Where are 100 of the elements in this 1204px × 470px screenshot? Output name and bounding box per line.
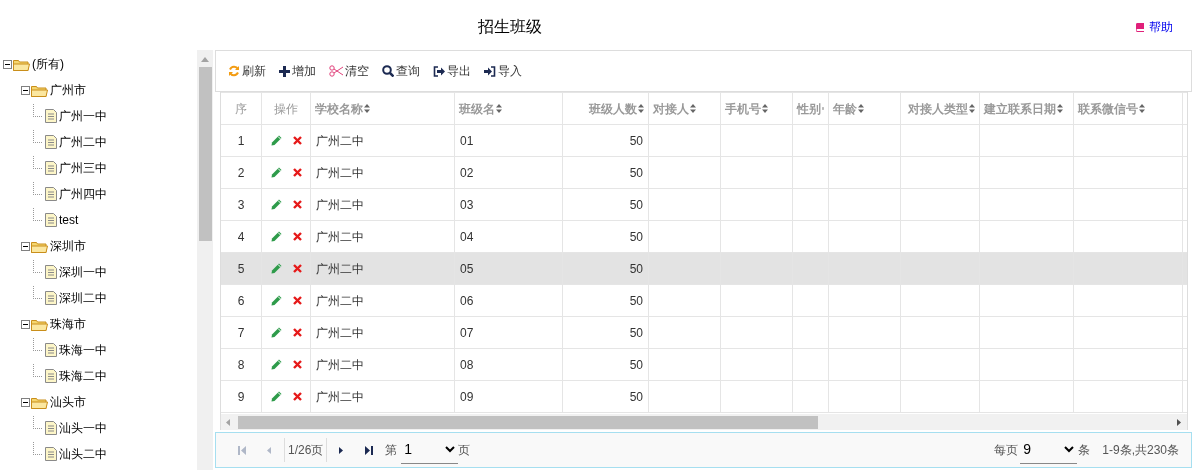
- toolbar-button[interactable]: 导入: [484, 62, 522, 80]
- table-cell-text: 广州二中: [316, 228, 364, 246]
- document-icon: [45, 187, 57, 201]
- table-row[interactable]: 7 广州二中 07 50: [221, 317, 1187, 349]
- sort-icon[interactable]: [1057, 104, 1063, 113]
- scrollbar-thumb[interactable]: [198, 67, 212, 241]
- table-cell-text: 广州二中: [316, 196, 364, 214]
- scrollbar[interactable]: [197, 50, 213, 470]
- sort-icon[interactable]: [969, 104, 975, 113]
- import-icon: [484, 65, 496, 77]
- document-icon: [45, 421, 57, 435]
- delete-icon[interactable]: [292, 136, 302, 145]
- sort-icon[interactable]: [762, 104, 768, 113]
- delete-icon[interactable]: [292, 168, 302, 177]
- delete-icon[interactable]: [292, 328, 302, 337]
- collapse-icon[interactable]: [21, 85, 30, 95]
- sort-icon[interactable]: [496, 104, 502, 113]
- tree-item[interactable]: 汕头市: [50, 393, 86, 411]
- table-row[interactable]: 9 广州二中 09 50: [221, 381, 1187, 413]
- table-row[interactable]: 4 广州二中 04 50: [221, 221, 1187, 253]
- edit-icon[interactable]: [270, 167, 282, 178]
- edit-icon[interactable]: [270, 295, 282, 306]
- delete-icon[interactable]: [292, 264, 302, 273]
- tree-item[interactable]: 珠海二中: [59, 367, 107, 385]
- delete-icon[interactable]: [292, 296, 302, 305]
- table-cell-text: 50: [629, 132, 643, 150]
- table-cell-text: 50: [629, 324, 643, 342]
- sort-icon[interactable]: [690, 104, 696, 113]
- help-link[interactable]: 帮助: [1135, 18, 1173, 36]
- page-select[interactable]: 1: [401, 436, 459, 464]
- export-icon: [433, 65, 445, 77]
- document-icon: [45, 291, 57, 305]
- table-cell-text: 广州二中: [316, 164, 364, 182]
- page-select[interactable]: 9: [1020, 436, 1078, 464]
- tree-item[interactable]: 汕头一中: [59, 419, 107, 437]
- sort-icon[interactable]: [1139, 104, 1145, 113]
- tree-item[interactable]: 深圳市: [50, 237, 86, 255]
- delete-icon[interactable]: [292, 360, 302, 369]
- collapse-icon[interactable]: [21, 319, 30, 329]
- tree-item[interactable]: 深圳一中: [59, 263, 107, 281]
- scrollbar-thumb[interactable]: [238, 415, 818, 429]
- document-icon: [45, 109, 57, 123]
- toolbar-button[interactable]: 查询: [382, 62, 420, 80]
- tree-item[interactable]: 广州一中: [59, 107, 107, 125]
- table-row[interactable]: 2 广州二中 02 50: [221, 157, 1187, 189]
- tree-item[interactable]: 广州三中: [59, 159, 107, 177]
- scroll-right-icon[interactable]: [1177, 418, 1181, 426]
- edit-icon[interactable]: [270, 135, 282, 146]
- edit-icon[interactable]: [270, 391, 282, 402]
- toolbar-button[interactable]: 导出: [433, 62, 471, 80]
- delete-icon[interactable]: [292, 200, 302, 209]
- edit-icon[interactable]: [270, 263, 282, 274]
- book-icon: [1135, 22, 1145, 32]
- table-row[interactable]: 1 广州二中 01 50: [221, 125, 1187, 157]
- collapse-icon[interactable]: [3, 59, 12, 69]
- search-icon: [382, 65, 394, 77]
- document-icon: [45, 213, 57, 227]
- delete-icon[interactable]: [292, 392, 302, 401]
- table-row[interactable]: 6 广州二中 06 50: [221, 285, 1187, 317]
- edit-icon[interactable]: [270, 327, 282, 338]
- page-label: 页: [458, 442, 471, 459]
- document-icon: [45, 265, 57, 279]
- tree-item[interactable]: 汕头二中: [59, 445, 107, 463]
- table-row[interactable]: 3 广州二中 03 50: [221, 189, 1187, 221]
- table-cell-text: 03: [460, 196, 474, 214]
- per-page-label: 条: [1078, 442, 1091, 459]
- tree-item[interactable]: 广州二中: [59, 133, 107, 151]
- sort-icon[interactable]: [364, 104, 370, 113]
- sort-icon[interactable]: [638, 104, 644, 113]
- table-row[interactable]: 5 广州二中 05 50: [221, 253, 1187, 285]
- horizontal-scrollbar[interactable]: [221, 414, 1187, 430]
- toolbar-button[interactable]: 增加: [279, 62, 316, 80]
- table-cell-text: 04: [460, 228, 474, 246]
- table-row[interactable]: 8 广州二中 08 50: [221, 349, 1187, 381]
- toolbar-button[interactable]: 清空: [329, 62, 369, 80]
- tree-item[interactable]: 珠海市: [50, 315, 86, 333]
- edit-icon[interactable]: [270, 199, 282, 210]
- collapse-icon[interactable]: [21, 241, 30, 251]
- sort-icon[interactable]: [858, 104, 864, 113]
- edit-icon[interactable]: [270, 359, 282, 370]
- delete-icon[interactable]: [292, 232, 302, 241]
- tree-item[interactable]: 广州市: [50, 81, 86, 99]
- table-cell-text: 50: [629, 356, 643, 374]
- page-title: 招生班级: [478, 17, 542, 37]
- table-cell-text: 3: [237, 196, 245, 214]
- table-cell-text: 9: [237, 388, 245, 406]
- tree-item[interactable]: 深圳二中: [59, 289, 107, 307]
- toolbar-button[interactable]: 刷新: [228, 62, 266, 80]
- chevron-down-icon: [1064, 446, 1075, 453]
- collapse-icon[interactable]: [21, 397, 30, 407]
- tree-item[interactable]: 广州四中: [59, 185, 107, 203]
- table-cell-text: 5: [237, 260, 245, 278]
- tree-item[interactable]: (所有): [32, 55, 64, 73]
- tree-item[interactable]: test: [59, 211, 79, 229]
- edit-icon[interactable]: [270, 231, 282, 242]
- table-cell-text: 2: [237, 164, 245, 182]
- table-cell-text: 50: [629, 292, 643, 310]
- tree-item[interactable]: 珠海一中: [59, 341, 107, 359]
- table-cell-text: 05: [460, 260, 474, 278]
- plus-icon: [279, 65, 290, 77]
